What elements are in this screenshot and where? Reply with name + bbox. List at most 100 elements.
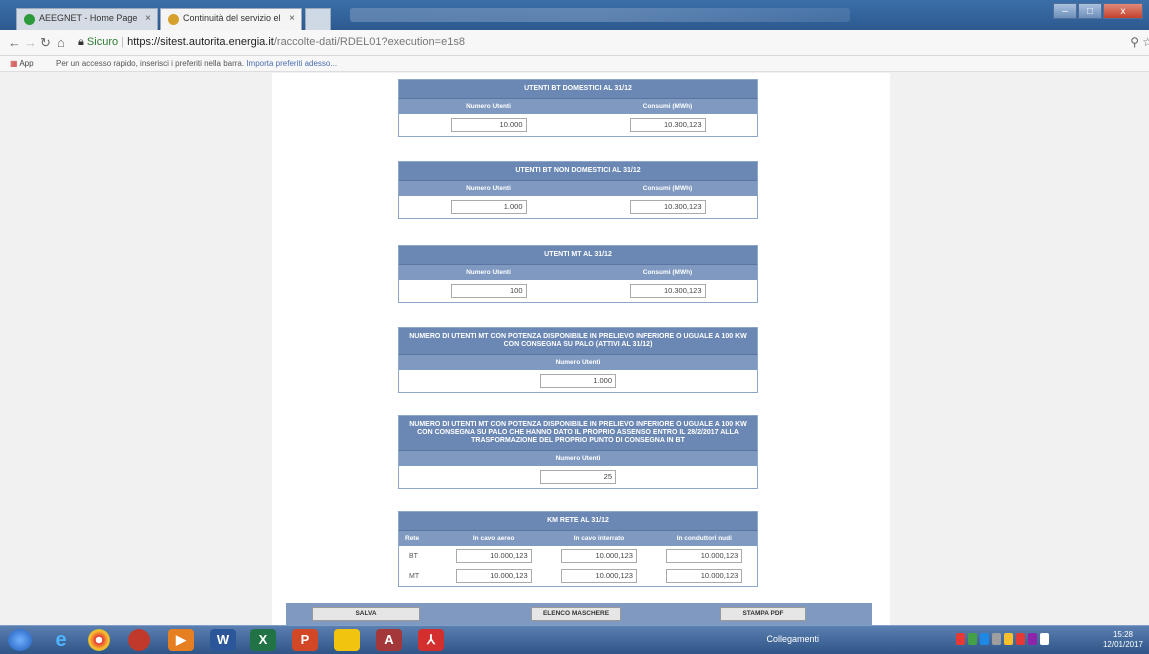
excel-icon[interactable]: X <box>250 629 276 651</box>
section-columns: Numero Utenti Consumi (MWh) <box>399 265 757 280</box>
row-label: MT <box>409 572 420 580</box>
section-row: 25 <box>399 466 757 488</box>
table-row: MT 10.000,123 10.000,123 10.000,123 <box>399 566 757 586</box>
bookmarks-bar: ▦ App Per un accesso rapido, inserisci i… <box>0 56 1149 72</box>
lock-icon: 🔒︎ <box>78 36 84 48</box>
col-consumi: Consumi (MWh) <box>642 185 693 192</box>
cavo-aereo-input[interactable]: 10.000,123 <box>455 569 532 583</box>
stampa-pdf-button[interactable]: STAMPA PDF <box>720 607 806 621</box>
cavo-interrato-input[interactable]: 10.000,123 <box>560 549 637 563</box>
chrome-icon[interactable] <box>88 629 110 651</box>
clock-date: 12/01/2017 <box>1102 640 1143 649</box>
salva-button[interactable]: SALVA <box>312 607 420 621</box>
windows-taskbar: e ▶ W X P A ⅄ Collegamenti 15:28 12/01/2… <box>0 625 1149 654</box>
bookmarks-hint-text: Per un accesso rapido, inserisci i prefe… <box>56 59 245 68</box>
numero-utenti-input[interactable]: 1.000 <box>540 374 616 388</box>
import-bookmarks-link[interactable]: Importa preferiti adesso... <box>246 59 337 68</box>
tray-icon[interactable] <box>968 633 977 645</box>
consumi-input[interactable]: 10.300,123 <box>629 118 706 132</box>
col-rete: Rete <box>405 535 420 542</box>
tray-icon[interactable] <box>992 633 1001 645</box>
url-field[interactable]: 🔒︎ Sicuro | https://sitest.autorita.ener… <box>78 36 465 49</box>
section-title: NUMERO DI UTENTI MT CON POTENZA DISPONIB… <box>399 416 757 451</box>
home-icon[interactable]: ⌂ <box>57 35 65 50</box>
cavo-interrato-input[interactable]: 10.000,123 <box>560 569 637 583</box>
tab-continuita-servizio[interactable]: Continuità del servizio el × <box>160 8 302 30</box>
bookmark-star-icon[interactable]: ☆ <box>1142 35 1149 49</box>
mail-app-icon[interactable] <box>128 629 150 651</box>
file-explorer-icon[interactable] <box>334 629 360 651</box>
col-numero-utenti: Numero Utenti <box>466 185 511 192</box>
section-title: UTENTI MT AL 31/12 <box>399 246 757 265</box>
elenco-maschere-button[interactable]: ELENCO MASCHERE <box>531 607 621 621</box>
secure-label: Sicuro <box>86 36 119 48</box>
col-consumi: Consumi (MWh) <box>642 103 693 110</box>
tray-label[interactable]: Collegamenti <box>766 634 819 644</box>
tab-label: Continuità del servizio el <box>183 13 281 23</box>
access-icon[interactable]: A <box>376 629 402 651</box>
media-player-icon[interactable]: ▶ <box>168 629 194 651</box>
consumi-input[interactable]: 10.300,123 <box>629 284 706 298</box>
col-numero-utenti: Numero Utenti <box>466 269 511 276</box>
section-bt-non-domestici: UTENTI BT NON DOMESTICI AL 31/12 Numero … <box>398 161 758 219</box>
col-consumi: Consumi (MWh) <box>642 269 693 276</box>
conduttori-nudi-input[interactable]: 10.000,123 <box>666 549 743 563</box>
zoom-icon[interactable]: ⚲ <box>1130 35 1139 49</box>
aeegnet-favicon-icon <box>24 14 35 25</box>
tray-icon[interactable] <box>1040 633 1049 645</box>
numero-utenti-input[interactable]: 25 <box>540 470 616 484</box>
bookmarks-hint: Per un accesso rapido, inserisci i prefe… <box>56 59 337 68</box>
reload-icon[interactable]: ↻ <box>40 35 51 51</box>
numero-utenti-input[interactable]: 100 <box>450 284 527 298</box>
system-tray-icons <box>956 633 1049 645</box>
cavo-aereo-input[interactable]: 10.000,123 <box>455 549 532 563</box>
col-numero-utenti: Numero Utenti <box>555 359 601 366</box>
section-columns: Numero Utenti Consumi (MWh) <box>399 99 757 114</box>
col-numero-utenti: Numero Utenti <box>555 455 601 462</box>
numero-utenti-input[interactable]: 10.000 <box>450 118 527 132</box>
back-arrow-icon[interactable]: ← <box>8 35 21 50</box>
address-bar: ← → ↻ ⌂ 🔒︎ Sicuro | https://sitest.autor… <box>0 30 1149 56</box>
conduttori-nudi-input[interactable]: 10.000,123 <box>666 569 743 583</box>
col-cavo-interrato: In cavo interrato <box>573 535 625 542</box>
forward-arrow-icon[interactable]: → <box>24 35 37 50</box>
tray-icon[interactable] <box>1028 633 1037 645</box>
section-utenti-mt: UTENTI MT AL 31/12 Numero Utenti Consumi… <box>398 245 758 303</box>
window-title-blur <box>350 8 850 22</box>
url-host: https://sitest.autorita.energia.it <box>127 36 274 48</box>
tray-icon[interactable] <box>980 633 989 645</box>
acrobat-reader-icon[interactable]: ⅄ <box>418 629 444 651</box>
col-numero-utenti: Numero Utenti <box>466 103 511 110</box>
numero-utenti-input[interactable]: 1.000 <box>450 200 527 214</box>
close-tab-icon[interactable]: × <box>289 13 295 24</box>
apps-shortcut[interactable]: ▦ App <box>10 59 34 68</box>
aeegnet-favicon-icon <box>168 14 179 25</box>
section-title: UTENTI BT NON DOMESTICI AL 31/12 <box>399 162 757 181</box>
tray-icon[interactable] <box>956 633 965 645</box>
apps-grid-icon: ▦ <box>10 59 18 68</box>
minimize-button[interactable]: – <box>1053 3 1077 19</box>
powerpoint-icon[interactable]: P <box>292 629 318 651</box>
tray-icon[interactable] <box>1016 633 1025 645</box>
col-cavo-aereo: In cavo aereo <box>472 535 515 542</box>
section-columns: Numero Utenti <box>399 355 757 370</box>
tab-aeegnet-home[interactable]: AEEGNET - Home Page × <box>16 8 158 30</box>
close-window-button[interactable]: x <box>1103 3 1143 19</box>
system-clock[interactable]: 15:28 12/01/2017 <box>1103 630 1143 650</box>
section-mt-assenso: NUMERO DI UTENTI MT CON POTENZA DISPONIB… <box>398 415 758 489</box>
start-button-icon[interactable] <box>8 629 32 651</box>
internet-explorer-icon[interactable]: e <box>48 629 74 651</box>
tab-label: AEEGNET - Home Page <box>39 13 138 23</box>
tray-icon[interactable] <box>1004 633 1013 645</box>
page-content: UTENTI BT DOMESTICI AL 31/12 Numero Uten… <box>272 73 890 633</box>
col-conduttori-nudi: In conduttori nudi <box>676 535 732 542</box>
maximize-button[interactable]: □ <box>1078 3 1102 19</box>
consumi-input[interactable]: 10.300,123 <box>629 200 706 214</box>
section-title: NUMERO DI UTENTI MT CON POTENZA DISPONIB… <box>399 328 757 355</box>
close-tab-icon[interactable]: × <box>145 13 151 24</box>
url-path: /raccolte-dati/RDEL01?execution=e1s8 <box>273 36 465 48</box>
section-title: UTENTI BT DOMESTICI AL 31/12 <box>399 80 757 99</box>
new-tab-button[interactable] <box>305 8 331 30</box>
section-row: 100 10.300,123 <box>399 280 757 302</box>
word-icon[interactable]: W <box>210 629 236 651</box>
